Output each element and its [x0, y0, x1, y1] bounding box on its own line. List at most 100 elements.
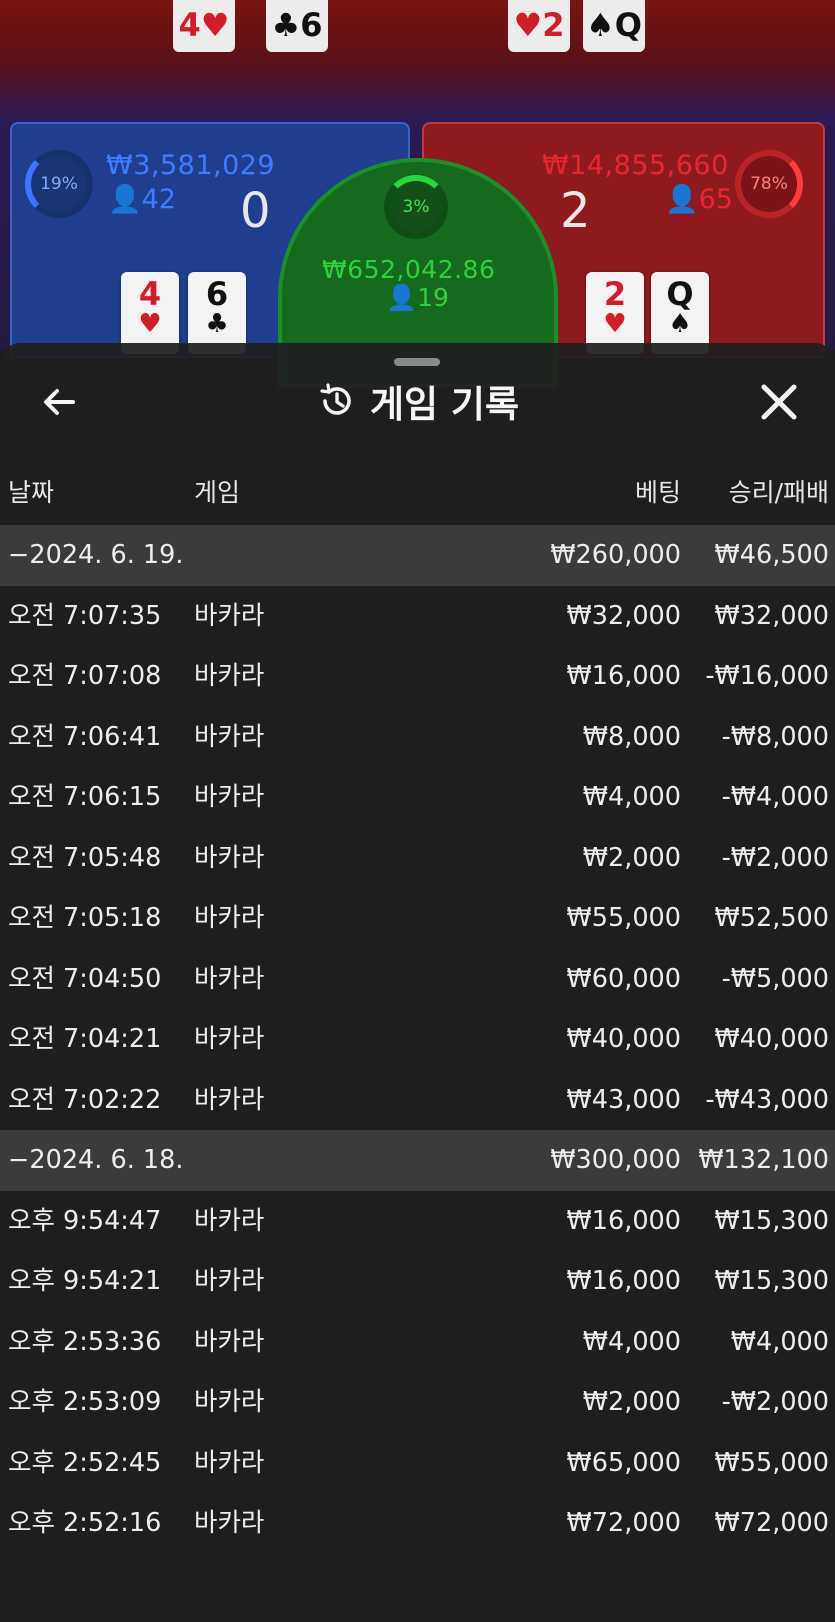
row-game: 바카라 — [194, 963, 265, 994]
app-root: 4♥ ♣6 ♥2 ♠Q 19% ₩3,581,029 👤42 0 78% ₩14… — [0, 0, 835, 1622]
row-date: 오전 7:06:15 — [8, 782, 162, 812]
table-row[interactable]: 오전 7:06:15 바카라 ₩4,000 -₩4,000 — [0, 767, 835, 828]
banker-bettor-count: 👤65 — [665, 184, 733, 215]
user-icon: 👤 — [386, 283, 418, 312]
table-row[interactable]: 오후 9:54:21 바카라 ₩16,000 ₩15,300 — [0, 1251, 835, 1312]
row-result: ₩52,500 — [714, 903, 829, 933]
row-bet: ₩55,000 — [566, 903, 681, 933]
row-date: 오전 7:02:22 — [8, 1084, 162, 1115]
row-result: -₩5,000 — [721, 963, 829, 994]
banker-score: 2 — [560, 183, 591, 239]
row-date: 오전 7:04:21 — [8, 1024, 162, 1054]
table-row[interactable]: 오전 7:04:50 바카라 ₩60,000 -₩5,000 — [0, 949, 835, 1010]
row-result: ₩15,300 — [714, 1266, 829, 1296]
row-bet: ₩65,000 — [566, 1447, 681, 1478]
row-date: 오후 2:52:16 — [8, 1508, 162, 1538]
player-percent-ring: 19% — [25, 150, 93, 218]
row-game: 바카라 — [194, 600, 265, 631]
player-bettor-count: 👤42 — [108, 184, 176, 215]
table-row[interactable]: 오후 2:53:36 바카라 ₩4,000 ₩4,000 — [0, 1312, 835, 1373]
row-date: 오전 7:04:50 — [8, 963, 162, 994]
table-row[interactable]: 오전 7:05:18 바카라 ₩55,000 ₩52,500 — [0, 888, 835, 949]
row-bet: ₩8,000 — [582, 721, 681, 752]
banker-bet-amount: ₩14,855,660 — [542, 150, 729, 181]
row-result: ₩32,000 — [714, 600, 829, 631]
player-score: 0 — [240, 183, 271, 239]
tie-bet-amount: ₩652,042.86 — [322, 255, 496, 284]
row-date: −2024. 6. 18. — [8, 1145, 184, 1175]
banker-card-2: Q ♠ — [651, 272, 709, 354]
table-row[interactable]: 오전 7:07:08 바카라 ₩16,000 -₩16,000 — [0, 646, 835, 707]
user-icon: 👤 — [108, 184, 142, 215]
sheet-header: 게임 기록 — [0, 371, 835, 431]
row-bet: ₩2,000 — [582, 1387, 681, 1417]
row-result: ₩40,000 — [714, 1024, 829, 1054]
row-date: 오전 7:07:35 — [8, 600, 162, 631]
row-bet: ₩4,000 — [582, 782, 681, 812]
row-game: 바카라 — [194, 1326, 265, 1357]
row-game: 바카라 — [194, 1508, 265, 1538]
row-game: 바카라 — [194, 782, 265, 812]
row-result: ₩55,000 — [714, 1447, 829, 1478]
row-bet: ₩16,000 — [566, 661, 681, 691]
history-list[interactable]: −2024. 6. 19. ₩260,000 ₩46,500 오전 7:07:35 바카… — [0, 525, 835, 1554]
row-game: 바카라 — [194, 1266, 265, 1296]
table-row[interactable]: 오전 7:07:35 바카라 ₩32,000 ₩32,000 — [0, 586, 835, 647]
row-date: 오후 2:53:09 — [8, 1387, 162, 1417]
player-card-2: 6 ♣ — [188, 272, 246, 354]
row-game: 바카라 — [194, 842, 265, 873]
row-result: ₩132,100 — [698, 1145, 829, 1175]
table-row[interactable]: 오후 2:53:09 바카라 ₩2,000 -₩2,000 — [0, 1372, 835, 1433]
close-icon — [761, 384, 797, 420]
row-result: -₩4,000 — [721, 782, 829, 812]
top-card-4: ♠Q — [583, 0, 645, 52]
close-button[interactable] — [750, 373, 808, 431]
player-card-1: 4 ♥ — [121, 272, 179, 354]
column-header-result: 승리/패배 — [728, 478, 829, 507]
row-result: -₩8,000 — [721, 721, 829, 752]
date-group-row[interactable]: −2024. 6. 19. ₩260,000 ₩46,500 — [0, 525, 835, 586]
table-row[interactable]: 오후 2:52:45 바카라 ₩65,000 ₩55,000 — [0, 1433, 835, 1494]
row-game: 바카라 — [194, 1205, 265, 1236]
table-row[interactable]: 오전 7:06:41 바카라 ₩8,000 -₩8,000 — [0, 707, 835, 768]
top-card-2: ♣6 — [266, 0, 328, 52]
tie-bettor-count: 👤19 — [386, 283, 449, 312]
row-date: 오후 2:52:45 — [8, 1447, 162, 1478]
row-date: 오전 7:07:08 — [8, 661, 162, 691]
row-bet: ₩4,000 — [582, 1326, 681, 1357]
table-row[interactable]: 오후 9:54:47 바카라 ₩16,000 ₩15,300 — [0, 1191, 835, 1252]
tie-percent-ring: 3% — [384, 175, 448, 239]
column-header-bet: 베팅 — [634, 478, 681, 507]
row-game: 바카라 — [194, 1024, 265, 1054]
row-date: 오전 7:05:18 — [8, 903, 162, 933]
top-card-1: 4♥ — [173, 0, 235, 52]
table-row[interactable]: 오전 7:05:48 바카라 ₩2,000 -₩2,000 — [0, 828, 835, 889]
row-date: −2024. 6. 19. — [8, 540, 184, 570]
row-result: -₩2,000 — [721, 1387, 829, 1417]
row-bet: ₩43,000 — [566, 1084, 681, 1115]
date-group-row[interactable]: −2024. 6. 18. ₩300,000 ₩132,100 — [0, 1130, 835, 1191]
column-header-game: 게임 — [194, 478, 241, 507]
row-bet: ₩32,000 — [566, 600, 681, 631]
dealer-area — [0, 0, 835, 120]
row-result: -₩16,000 — [705, 661, 829, 691]
table-row[interactable]: 오후 2:52:16 바카라 ₩72,000 ₩72,000 — [0, 1493, 835, 1554]
row-game: 바카라 — [194, 661, 265, 691]
row-date: 오전 7:06:41 — [8, 721, 162, 752]
table-row[interactable]: 오전 7:02:22 바카라 ₩43,000 -₩43,000 — [0, 1070, 835, 1131]
sheet-title: 게임 기록 — [369, 383, 520, 426]
row-date: 오후 2:53:36 — [8, 1326, 162, 1357]
row-date: 오전 7:05:48 — [8, 842, 162, 873]
table-row[interactable]: 오전 7:04:21 바카라 ₩40,000 ₩40,000 — [0, 1009, 835, 1070]
row-result: -₩2,000 — [721, 842, 829, 873]
row-result: ₩4,000 — [730, 1326, 829, 1357]
row-date: 오후 9:54:47 — [8, 1205, 162, 1236]
user-icon: 👤 — [665, 184, 699, 215]
row-bet: ₩16,000 — [566, 1266, 681, 1296]
drag-handle[interactable] — [394, 358, 440, 366]
player-bet-amount: ₩3,581,029 — [106, 150, 276, 181]
row-result: ₩72,000 — [714, 1508, 829, 1538]
row-bet: ₩72,000 — [566, 1508, 681, 1538]
history-icon — [320, 383, 351, 415]
top-card-3: ♥2 — [508, 0, 570, 52]
